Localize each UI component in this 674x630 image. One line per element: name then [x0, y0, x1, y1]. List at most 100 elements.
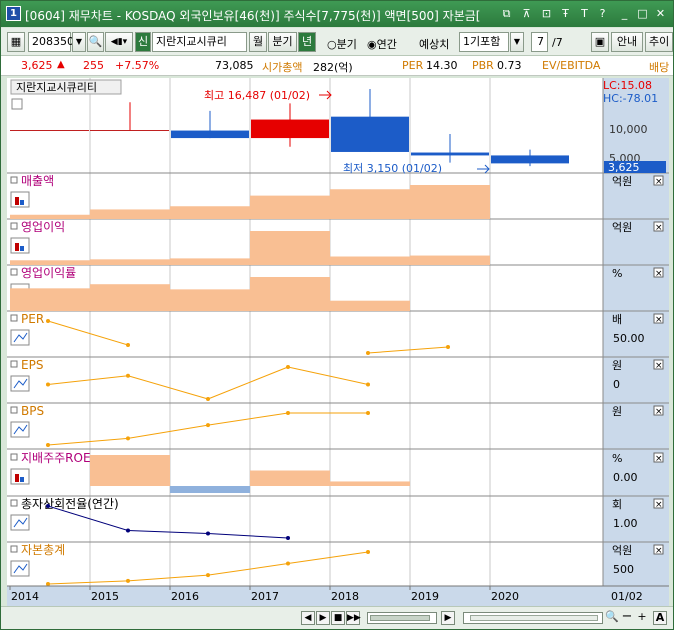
- link-window-icon[interactable]: ⧉: [499, 6, 514, 21]
- point-PER-2015: [126, 343, 130, 347]
- panel-settings-icon: [10, 329, 30, 346]
- pin-icon[interactable]: ⊼: [519, 6, 534, 21]
- roe-bar-2015: [90, 455, 170, 486]
- forecast-label: 예상치: [419, 38, 450, 51]
- stock-name-field[interactable]: 지란지교시큐리: [152, 32, 247, 52]
- range-handle[interactable]: [470, 615, 598, 621]
- x-tick-2019: 2019: [411, 590, 439, 603]
- restore-layout-icon[interactable]: ⊡: [539, 6, 554, 21]
- radio-annual[interactable]: ◉연간: [367, 36, 397, 52]
- forecast-dropdown-icon[interactable]: ▼: [510, 32, 524, 52]
- page-current-field[interactable]: 7: [531, 32, 548, 52]
- price-tick-10000: 10,000: [609, 123, 648, 136]
- help-icon[interactable]: ?: [595, 6, 610, 21]
- low-annotation: 최저 3,150 (01/02): [343, 162, 442, 175]
- stock-list-icon[interactable]: ▦: [7, 32, 25, 52]
- bar-매출액-2018: [330, 189, 410, 219]
- play-icon[interactable]: ▶: [316, 611, 330, 625]
- bar-영업이익-2018: [330, 256, 410, 265]
- financial-chart: 지란지교시큐리티최고 16,487 (01/02) 최저 3,150 (01/02…: [7, 78, 669, 606]
- point-자본총계-2018: [366, 550, 370, 554]
- x-tick-2016: 2016: [171, 590, 199, 603]
- panel-marker: [10, 176, 18, 184]
- year-button[interactable]: 년: [298, 32, 316, 52]
- panel-settings-icon: [10, 375, 30, 392]
- bar-영업이익-2015: [90, 259, 170, 265]
- lc-label: LC:15.08: [603, 79, 652, 92]
- per-value: 14.30: [426, 59, 458, 72]
- panel-unit-2: %: [612, 267, 622, 280]
- zoom-in-icon[interactable]: A: [653, 611, 667, 625]
- point-총자산회전율(연간)-2017: [286, 536, 290, 540]
- panel-close-glyph: ×: [655, 223, 663, 233]
- high-annotation: 최고 16,487 (01/02): [204, 89, 310, 102]
- bar-영업이익률-2015: [90, 284, 170, 311]
- panel-marker: [10, 222, 18, 230]
- panel-unit-3: 배: [612, 313, 622, 326]
- bar-매출액-2015: [90, 209, 170, 219]
- hc-label: HC:-78.01: [603, 92, 658, 105]
- bar-영업이익률-2017: [250, 277, 330, 311]
- panel-tick-4: 0: [613, 378, 620, 391]
- bar-icon: [15, 474, 19, 482]
- price-change: 255: [83, 59, 104, 72]
- panel-close-glyph: ×: [655, 315, 663, 325]
- point-BPS-2018: [366, 411, 370, 415]
- date-label: 01/02: [611, 590, 643, 603]
- forecast-select[interactable]: 1기포함: [459, 32, 509, 52]
- minimize-icon[interactable]: _: [617, 6, 632, 21]
- zoom-chart-icon[interactable]: ▣: [591, 32, 609, 52]
- radio-quarter[interactable]: ○분기: [327, 36, 357, 52]
- zoom-out-icon[interactable]: −: [620, 610, 634, 625]
- guide-button[interactable]: 안내: [611, 32, 643, 52]
- scroll-left-icon[interactable]: ◀: [301, 611, 315, 625]
- scroll-right-icon[interactable]: ▶: [441, 611, 455, 625]
- scroll-bar: ◀ ▶ ■ ▶▶ ▶ 🔍 − + A: [1, 606, 673, 629]
- mktcap-label: 시가총액: [262, 61, 303, 74]
- window-number-badge: 1: [6, 6, 21, 21]
- panel-unit-6: %: [612, 452, 622, 465]
- volume: 73,085: [215, 59, 254, 72]
- panel-settings-icon: [10, 421, 30, 438]
- panel-title-1: 영업이익: [21, 220, 65, 234]
- range-track[interactable]: [463, 612, 603, 624]
- panel-close-glyph: ×: [655, 177, 663, 187]
- panel-marker: [10, 453, 18, 461]
- pbr-value: 0.73: [497, 59, 522, 72]
- price-info-bar: 3,625 ▲ 255 +7.57% 73,085 시가총액 282(억) PE…: [1, 56, 673, 76]
- month-button[interactable]: 월: [249, 32, 267, 52]
- panel-title-8: 자본총계: [21, 543, 65, 557]
- chart-background: [7, 78, 669, 606]
- pbr-label: PBR: [472, 59, 494, 72]
- maximize-icon[interactable]: □: [635, 6, 650, 21]
- scroll-track[interactable]: [367, 612, 437, 624]
- toolbar: ▦ 208350 ▼ 🔍 ◀▮▾ 신 지란지교시큐리 월 분기 년 ○분기 ◉연…: [1, 28, 673, 56]
- page-total: /7: [552, 36, 563, 49]
- panel-close-glyph: ×: [655, 500, 663, 510]
- quarter-button[interactable]: 분기: [268, 32, 297, 52]
- search-zoom-icon[interactable]: 🔍: [605, 611, 619, 625]
- roe-bar-2018: [330, 481, 410, 486]
- code-dropdown-icon[interactable]: ▼: [72, 32, 86, 52]
- close-icon[interactable]: ✕: [653, 6, 668, 21]
- panel-marker: [10, 268, 18, 276]
- font-icon[interactable]: Ŧ: [558, 6, 573, 21]
- bar-영업이익-2017: [250, 231, 330, 265]
- fast-forward-icon[interactable]: ▶▶: [346, 611, 361, 625]
- title-bar: 1 [0604] 재무차트 - KOSDAQ 외국인보유[46(천)] 주식수[…: [1, 1, 673, 27]
- scroll-thumb[interactable]: [370, 615, 430, 621]
- sound-icon[interactable]: ◀▮▾: [105, 32, 133, 52]
- panel-unit-1: 억원: [612, 221, 632, 234]
- add-button[interactable]: 추이: [645, 32, 673, 52]
- panel-title-4: EPS: [21, 358, 43, 372]
- search-icon[interactable]: 🔍: [87, 32, 104, 52]
- panel-close-glyph: ×: [655, 454, 663, 464]
- zoom-step-icon[interactable]: +: [635, 611, 649, 625]
- text-icon[interactable]: T: [577, 6, 592, 21]
- panel-tick-3: 50.00: [613, 332, 645, 345]
- panel-marker: [10, 314, 18, 322]
- panel-close-glyph: ×: [655, 269, 663, 279]
- shin-badge[interactable]: 신: [135, 32, 151, 52]
- stop-icon[interactable]: ■: [331, 611, 345, 625]
- stock-code-input[interactable]: 208350: [28, 32, 74, 52]
